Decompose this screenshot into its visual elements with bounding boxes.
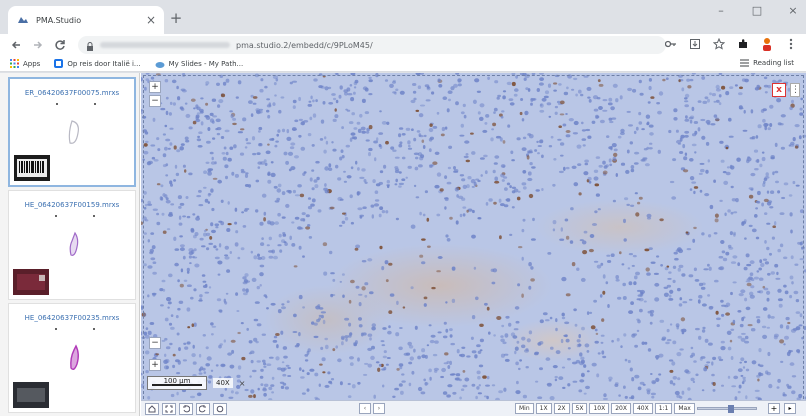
chrome-menu-icon[interactable] — [784, 37, 798, 51]
magnification-label: 40X — [213, 378, 233, 388]
fullscreen-icon[interactable] — [162, 402, 176, 415]
scale-box: 100 µm — [147, 376, 207, 390]
zoom-level-20x[interactable]: 20X — [611, 403, 631, 414]
bookmark-label: My Slides - My Path... — [168, 59, 244, 68]
url-text: pma.studio.2/embedd/c/9PLoM45/ — [236, 40, 373, 50]
reading-list-label: Reading list — [753, 59, 794, 67]
zoom-level-1x[interactable]: 1X — [535, 403, 552, 414]
slide-name: ER_06420637F00075.mrxs — [24, 89, 120, 97]
zoom-in-button[interactable]: + — [149, 81, 161, 93]
rotate-right-icon[interactable] — [196, 402, 210, 415]
slide-label-thumbnail — [13, 382, 49, 408]
zoom-level-2x[interactable]: 2X — [553, 403, 570, 414]
tissue-thumbnail-icon — [68, 120, 79, 144]
zoom-slider[interactable] — [697, 405, 757, 413]
tab-title: PMA.Studio — [36, 15, 82, 25]
scale-bar: 100 µm 40X × — [147, 376, 245, 390]
tissue-cells — [141, 73, 806, 400]
url-redacted — [100, 42, 230, 48]
slide-name: HE_06420637F00159.mrxs — [24, 201, 120, 209]
slide-card[interactable]: HE_06420637F00235.mrxs — [8, 303, 136, 413]
collapse-toolbar-button[interactable]: ▸ — [784, 403, 796, 414]
bookmark-op-reis[interactable]: Op reis door Italië i... — [54, 59, 141, 68]
browser-toolbar: pma.studio.2/embedd/c/9PLoM45/ — [0, 34, 806, 56]
zoom-level-max[interactable]: Max — [674, 403, 695, 414]
bookmarks-bar: Apps Op reis door Italië i... My Slides … — [0, 56, 806, 72]
slide-card[interactable]: HE_06420637F00159.mrxs — [8, 190, 136, 300]
close-window-button[interactable]: × — [786, 4, 800, 17]
slide-dots — [55, 328, 95, 330]
slide-name: HE_06420637F00235.mrxs — [24, 314, 120, 322]
scale-line — [152, 384, 202, 386]
address-bar[interactable]: pma.studio.2/embedd/c/9PLoM45/ — [78, 36, 666, 54]
zoom-out-button[interactable]: − — [149, 95, 161, 107]
browser-tab[interactable]: PMA.Studio × — [8, 6, 164, 34]
barcode-label-icon — [14, 155, 50, 181]
toolbar-right-icons — [664, 37, 798, 51]
new-tab-button[interactable]: + — [168, 10, 184, 26]
maximize-button[interactable]: □ — [750, 4, 764, 17]
reload-icon[interactable] — [52, 37, 68, 53]
slide-dots — [55, 215, 95, 217]
bookmark-my-slides[interactable]: My Slides - My Path... — [155, 59, 244, 68]
zoom-level-5x[interactable]: 5X — [571, 403, 588, 414]
back-arrow-icon[interactable] — [8, 37, 24, 53]
home-icon[interactable] — [145, 402, 159, 415]
bookmark-label: Apps — [23, 59, 41, 68]
reading-list-icon — [740, 59, 750, 67]
zoom-level-min[interactable]: Min — [515, 403, 534, 414]
next-slide-button[interactable]: › — [373, 403, 385, 414]
page-content: ER_06420637F00075.mrxs HE_06420637F00159… — [0, 73, 806, 416]
slide-pager: ‹ › — [359, 403, 385, 414]
nav-plus-button[interactable]: + — [149, 359, 161, 371]
forward-arrow-icon[interactable] — [30, 37, 46, 53]
bookmark-star-icon[interactable] — [712, 37, 726, 51]
magnification-close-icon[interactable]: × — [239, 379, 246, 388]
lock-icon — [86, 36, 94, 55]
profile-avatar-icon[interactable] — [760, 37, 774, 51]
bookmark-apps[interactable]: Apps — [10, 59, 40, 68]
cloud-icon — [155, 61, 165, 68]
slide-viewer[interactable]: + − − + x ⋮ 100 µm 40X × ‹ › Min 1X 2X 5… — [141, 73, 806, 416]
zoom-levels: Min 1X 2X 5X 10X 20X 40X 1:1 Max — [515, 403, 695, 414]
key-icon[interactable] — [664, 37, 678, 51]
window-controls: – □ × — [714, 4, 800, 17]
install-app-icon[interactable] — [688, 37, 702, 51]
slide-sidebar: ER_06420637F00075.mrxs HE_06420637F00159… — [0, 73, 140, 416]
zoom-slider-thumb[interactable] — [728, 405, 734, 413]
reset-rotation-icon[interactable] — [213, 402, 227, 415]
slide-label-thumbnail — [13, 269, 49, 295]
slide-card[interactable]: ER_06420637F00075.mrxs — [8, 77, 136, 187]
previous-slide-button[interactable]: ‹ — [359, 403, 371, 414]
bookmark-label: Op reis door Italië i... — [67, 59, 141, 68]
rotate-left-icon[interactable] — [179, 402, 193, 415]
tab-close-icon[interactable]: × — [146, 14, 156, 26]
zoom-slider-plus-button[interactable]: + — [768, 403, 780, 414]
tissue-thumbnail-icon — [70, 344, 79, 371]
minimize-button[interactable]: – — [714, 4, 728, 17]
viewer-menu-button[interactable]: ⋮ — [790, 83, 800, 97]
reading-list-button[interactable]: Reading list — [740, 59, 794, 67]
pma-favicon-icon — [16, 13, 30, 27]
zoom-level-1-1[interactable]: 1:1 — [654, 403, 673, 414]
apps-grid-icon — [10, 59, 19, 68]
nav-minus-button[interactable]: − — [149, 337, 161, 349]
zoom-level-10x[interactable]: 10X — [589, 403, 610, 414]
viewer-bottom-toolbar: ‹ › Min 1X 2X 5X 10X 20X 40X 1:1 Max + ▸ — [141, 400, 806, 416]
tissue-thumbnail-icon — [69, 231, 79, 256]
close-viewer-button[interactable]: x — [772, 83, 786, 97]
extensions-puzzle-icon[interactable] — [736, 37, 750, 51]
bookmark-square-icon — [54, 59, 64, 68]
browser-titlebar: PMA.Studio × + – □ × — [0, 0, 806, 34]
zoom-level-40x[interactable]: 40X — [632, 403, 653, 414]
slide-dots — [56, 103, 96, 105]
